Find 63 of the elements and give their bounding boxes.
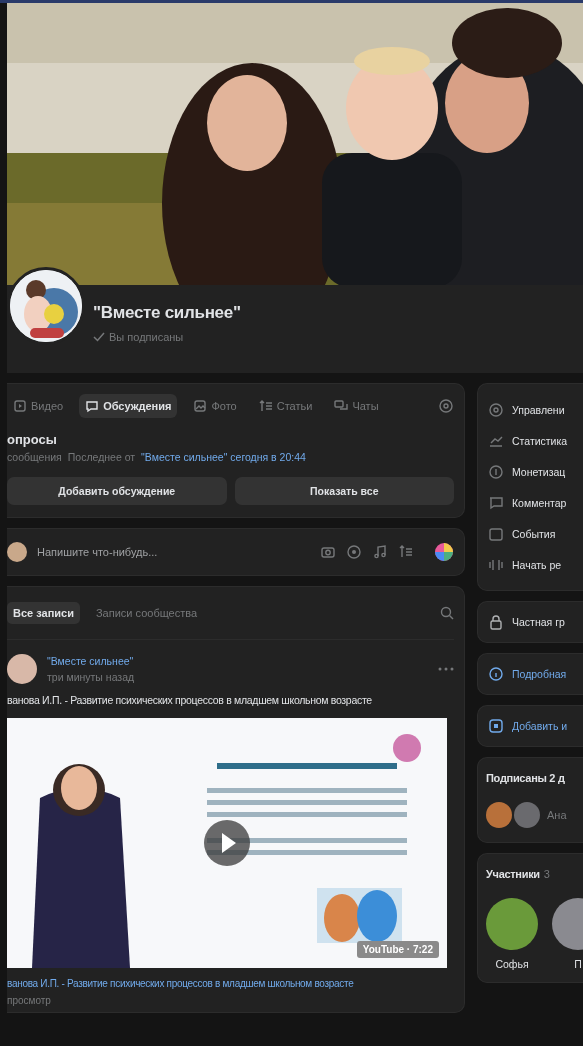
view-count: просмотр [7,995,52,1006]
video-icon [13,399,27,413]
friends-title[interactable]: Подписаны 2 д [486,772,583,784]
post-input-field[interactable]: Напишите что-нибудь... [35,545,312,559]
color-wheel-icon[interactable] [434,542,454,562]
coin-icon [488,463,504,480]
play-button[interactable] [204,820,250,866]
video-title[interactable]: ванова И.П. - Развитие психических процессов в младшем школьном возрасте [7,978,454,989]
feed-filter-tab[interactable]: Все записи [7,602,80,624]
music-icon[interactable] [372,544,388,560]
tab[interactable]: Видео [7,394,70,418]
more-icon[interactable] [438,667,454,671]
menu-item[interactable]: Начать ре [488,549,583,580]
menu-item[interactable]: Управлени [488,394,583,425]
member-avatar[interactable] [486,898,538,950]
settings-icon [488,401,504,418]
add-link[interactable]: Добавить и [512,720,568,732]
community-name: "Вместе сильнее" [93,303,241,323]
info-icon [488,666,504,682]
speech-bubble-icon [85,399,100,413]
message-count: сообщения [7,451,62,463]
post-author[interactable]: "Вместе сильнее" [47,655,135,667]
settings-icon[interactable] [438,398,454,414]
privacy-label[interactable]: Частная гр [512,616,565,628]
discussion-button[interactable]: Показать все [234,477,454,505]
add-icon [488,718,504,734]
record-icon[interactable] [346,544,362,560]
feed-filter-tab[interactable]: Записи сообщества [89,602,204,624]
post-time: три минуты назад [47,671,135,683]
calendar-icon [488,525,504,542]
chat-icon [334,399,349,413]
comment-icon [488,494,504,511]
menu-item[interactable]: Комментар [488,487,583,518]
list-icon [258,399,273,413]
tab[interactable]: Статьи [252,394,319,418]
article-icon[interactable] [398,544,414,560]
members-title[interactable]: Участники [486,868,540,880]
last-message-link[interactable]: "Вместе сильнее" сегодня в 20:44 [141,451,306,463]
discussion-button[interactable]: Добавить обсуждение [7,477,227,505]
search-icon[interactable] [440,606,454,620]
lock-icon [488,614,504,630]
friend-names: Ана [547,809,567,821]
friend-avatar[interactable] [486,802,512,828]
tab[interactable]: Фото [187,394,243,418]
members-count: 3 [543,868,550,880]
menu-item[interactable]: Статистика [488,425,583,456]
author-avatar[interactable] [7,654,37,684]
discussion-title[interactable]: опросы [7,432,454,447]
user-avatar [7,542,27,562]
subscription-status[interactable]: Вы подписаны [109,331,184,343]
last-message-label: Последнее от [67,451,136,463]
tab[interactable]: Обсуждения [79,394,178,418]
member-name[interactable]: Софья [495,958,529,970]
menu-item[interactable]: События [488,518,583,549]
info-link[interactable]: Подробная [512,668,567,680]
image-icon [193,399,208,413]
menu-item[interactable]: Монетизац [488,456,583,487]
member-name[interactable]: П [574,958,582,970]
tab[interactable]: Чаты [328,394,385,418]
post-text: ванова И.П. - Развитие психических процессов в младшем школьном возрасте [7,694,373,706]
camera-icon[interactable] [320,544,336,560]
friend-avatar[interactable] [514,802,540,828]
video-duration-badge: YouTube · 7:22 [356,941,439,958]
